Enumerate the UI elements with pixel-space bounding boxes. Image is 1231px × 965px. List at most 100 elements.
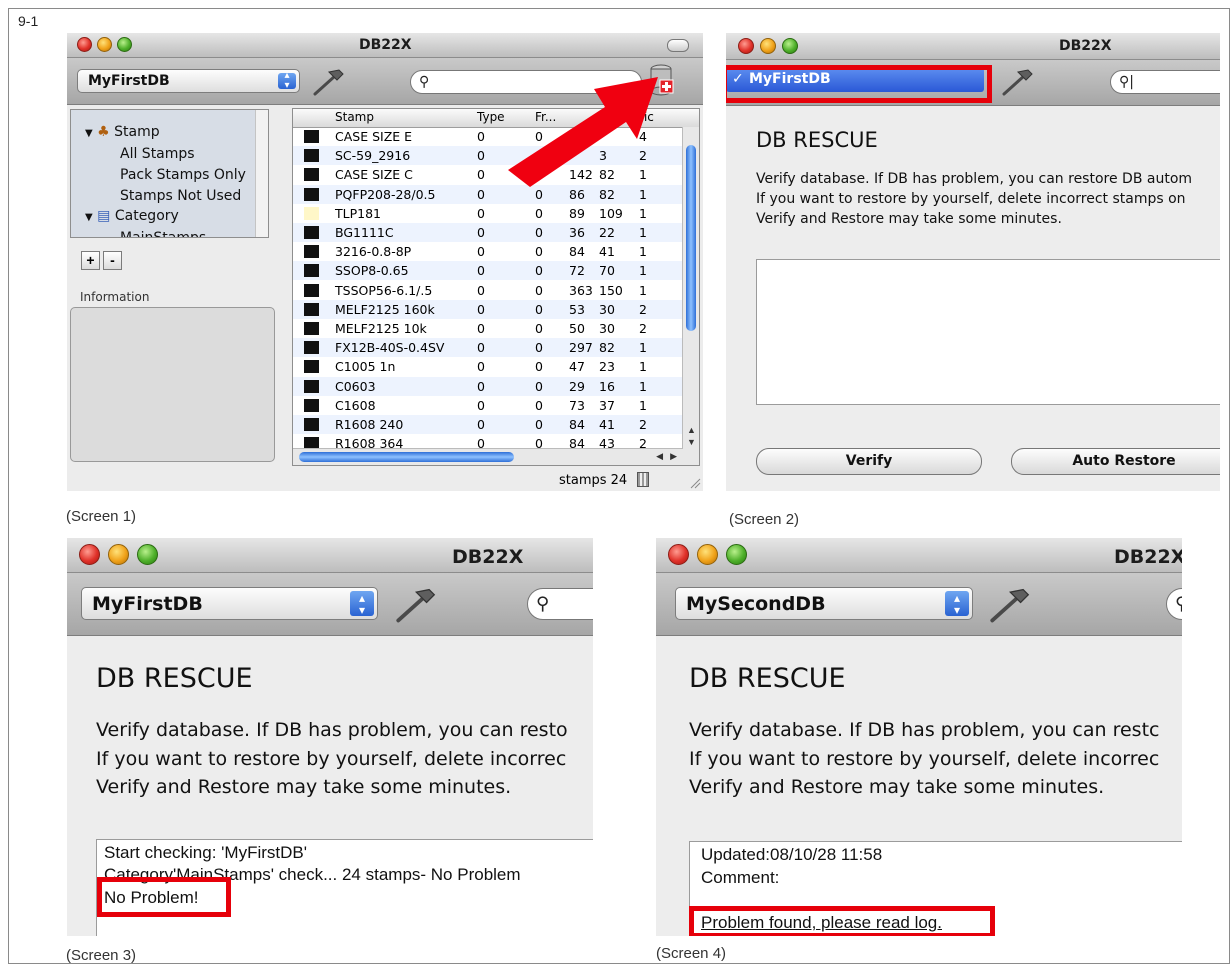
scroll-down-arrow-icon[interactable]: ▼ [687, 437, 696, 447]
cell-stamp: C1005 1n [335, 359, 396, 375]
cell-w: 47 [569, 359, 585, 375]
table-row[interactable]: 3216-0.8-8P 0 0 84 41 1 [293, 242, 683, 261]
source-item-all-stamps[interactable]: All Stamps [120, 146, 195, 162]
search-field[interactable]: ⚲ [527, 588, 593, 620]
col-stamp[interactable]: Stamp [335, 110, 374, 124]
scroll-right-arrow-icon[interactable]: ▶ [670, 451, 677, 462]
table-row[interactable]: BG1111C 0 0 36 22 1 [293, 223, 683, 242]
source-item-pack-stamps-only[interactable]: Pack Stamps Only [120, 167, 246, 183]
verify-button[interactable]: Verify [756, 448, 982, 475]
cell-pic: 1 [639, 225, 647, 240]
cell-type: 0 [477, 340, 485, 356]
close-button[interactable] [77, 37, 92, 52]
scroll-up-arrow-icon[interactable]: ▲ [687, 425, 696, 435]
table-row[interactable]: C1005 1n 0 0 47 23 1 [293, 357, 683, 376]
table-row[interactable]: MELF2125 10k 0 0 50 30 2 [293, 319, 683, 338]
remove-button[interactable]: - [103, 251, 122, 270]
db-selector[interactable]: MySecondDB ▴ ▾ [675, 587, 973, 620]
cell-fr: 0 [535, 340, 543, 356]
search-icon: ⚲ [536, 593, 550, 615]
category-group-label: Category [114, 208, 179, 224]
titlebar: DB22X [67, 33, 703, 58]
search-icon: ⚲ [419, 74, 430, 90]
cell-stamp: FX12B-40S-0.4SV [335, 340, 445, 356]
cell-pic: 1 [639, 263, 647, 279]
auto-restore-button[interactable]: Auto Restore [1011, 448, 1220, 475]
log-area[interactable] [756, 259, 1220, 405]
stamp-thumbnail-icon [304, 398, 319, 412]
cell-type: 0 [477, 205, 485, 221]
search-field[interactable]: ⚲| [1110, 70, 1220, 94]
cell-h: 41 [599, 417, 615, 432]
category-group[interactable]: ▼ ▤ Category [85, 208, 179, 224]
minimize-button[interactable] [760, 38, 776, 54]
cell-pic: 1 [639, 282, 647, 298]
zoom-button[interactable] [117, 37, 132, 52]
titlebar: DB22X [656, 538, 1182, 573]
cell-stamp: MELF2125 160k [335, 301, 435, 317]
info-label: Information [80, 290, 150, 304]
table-row[interactable]: TSSOP56-6.1/.5 0 0 363 150 1 [293, 281, 683, 300]
cell-h: 82 [599, 340, 615, 356]
stamp-thumbnail-icon [304, 341, 319, 355]
search-icon: ⚲ [1175, 593, 1182, 615]
source-list: ▼ ♣ Stamp All Stamps Pack Stamps Only St… [70, 109, 269, 238]
cell-w: 36 [569, 225, 585, 240]
hammer-icon[interactable] [392, 587, 438, 623]
zoom-button[interactable] [726, 544, 747, 565]
cell-fr: 0 [535, 321, 543, 336]
cell-h: 23 [599, 359, 615, 375]
db-selector[interactable]: MyFirstDB ▴ ▾ [77, 69, 300, 93]
vertical-scrollbar[interactable]: ▲ ▼ [682, 127, 699, 465]
table-row[interactable]: R1608 364 0 0 84 43 2 [293, 434, 683, 449]
stamp-group[interactable]: ▼ ♣ Stamp [85, 124, 160, 140]
trash-icon[interactable] [637, 472, 649, 487]
cell-w: 84 [569, 244, 585, 260]
close-button[interactable] [79, 544, 100, 565]
table-row[interactable]: SSOP8-0.65 0 0 72 70 1 [293, 261, 683, 281]
table-row[interactable]: TLP181 0 0 89 109 1 [293, 204, 683, 223]
source-item-cut[interactable]: MainStamps [120, 230, 206, 237]
window-title: DB22X [359, 37, 412, 53]
db-selector[interactable]: MyFirstDB ▴ ▾ [81, 587, 378, 620]
cell-pic: 2 [639, 417, 647, 432]
source-scrollbar[interactable] [255, 110, 268, 237]
resize-grip-icon[interactable] [689, 477, 701, 489]
hammer-icon[interactable] [986, 587, 1032, 623]
cell-type: 0 [477, 263, 485, 279]
close-button[interactable] [668, 544, 689, 565]
cell-stamp: CASE SIZE C [335, 167, 413, 183]
db-selector-label: MySecondDB [686, 592, 826, 615]
hammer-icon[interactable] [1000, 68, 1034, 96]
status-count: stamps 24 [559, 473, 628, 488]
minimize-button[interactable] [108, 544, 129, 565]
cell-h: 16 [599, 378, 615, 394]
minimize-button[interactable] [697, 544, 718, 565]
table-row[interactable]: C1608 0 0 73 37 1 [293, 396, 683, 415]
horizontal-scroll-thumb[interactable] [299, 452, 514, 462]
vertical-scroll-thumb[interactable] [686, 145, 696, 331]
close-button[interactable] [738, 38, 754, 54]
table-row[interactable]: R1608 240 0 0 84 41 2 [293, 415, 683, 434]
zoom-button[interactable] [137, 544, 158, 565]
cell-stamp: BG1111C [335, 225, 394, 240]
disclosure-triangle-icon[interactable]: ▼ [85, 212, 93, 223]
cell-stamp: C1608 [335, 397, 376, 413]
zoom-button[interactable] [782, 38, 798, 54]
hammer-icon[interactable] [311, 68, 345, 96]
table-row[interactable]: MELF2125 160k 0 0 53 30 2 [293, 299, 683, 319]
horizontal-scrollbar[interactable]: ◀ ▶ [293, 448, 683, 465]
disclosure-triangle-icon[interactable]: ▼ [85, 128, 93, 139]
minimize-button[interactable] [97, 37, 112, 52]
add-button[interactable]: + [81, 251, 100, 270]
search-field[interactable]: ⚲ [1166, 588, 1182, 620]
table-row[interactable]: FX12B-40S-0.4SV 0 0 297 82 1 [293, 338, 683, 358]
cell-type: 0 [477, 359, 485, 375]
toolbar-toggle-button[interactable] [667, 39, 689, 52]
cell-pic: 1 [639, 340, 647, 356]
cell-fr: 0 [535, 397, 543, 413]
col-type[interactable]: Type [477, 110, 505, 124]
source-item-stamps-not-used[interactable]: Stamps Not Used [120, 188, 241, 204]
scroll-left-arrow-icon[interactable]: ◀ [656, 451, 663, 462]
table-row[interactable]: C0603 0 0 29 16 1 [293, 376, 683, 396]
